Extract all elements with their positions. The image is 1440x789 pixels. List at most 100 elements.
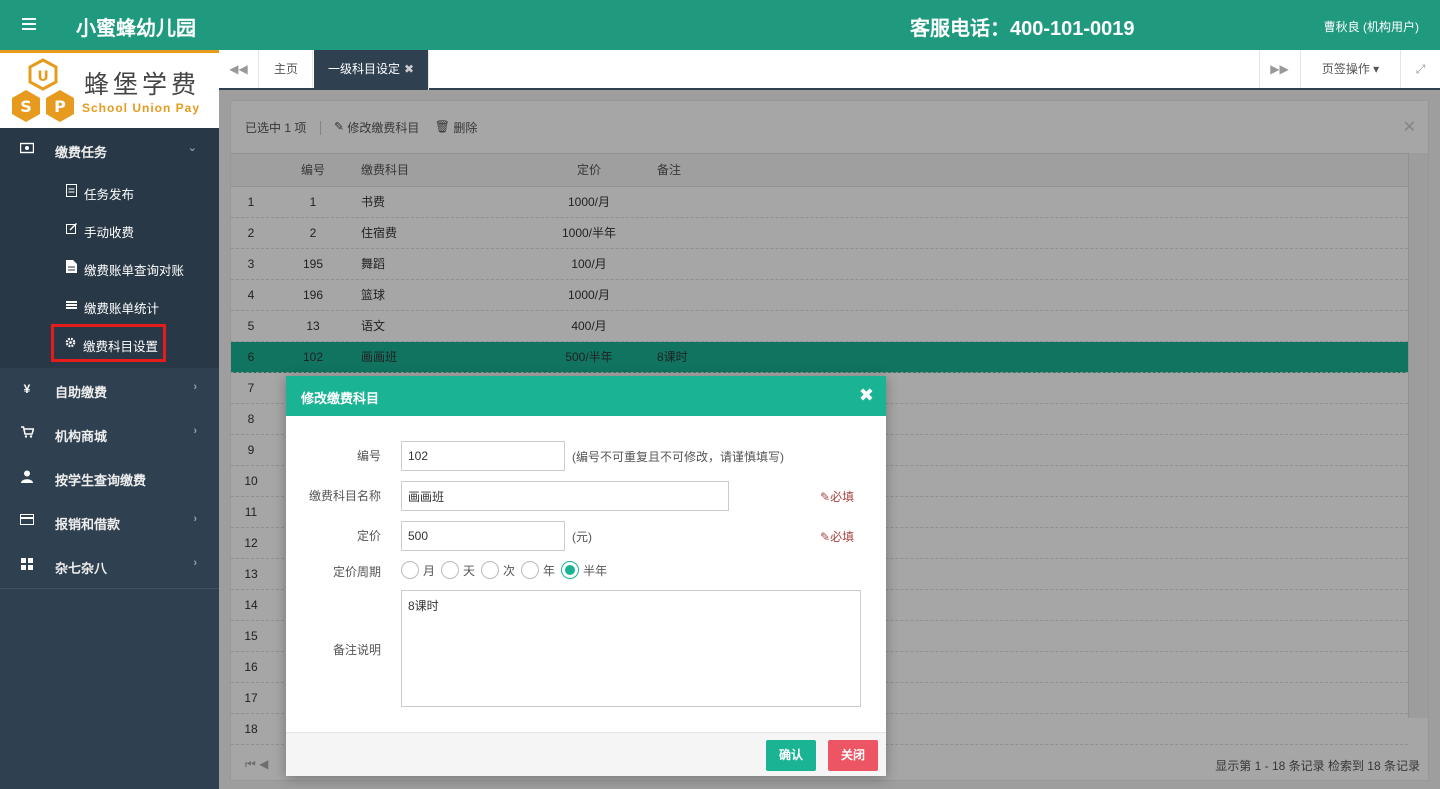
radio-label: 天 (463, 563, 476, 578)
price-field[interactable] (401, 521, 565, 551)
radio-circle (561, 561, 580, 579)
tab-scroll-right-icon[interactable]: ▶▶ (1259, 50, 1299, 88)
edit-subject-dialog: 修改缴费科目 ✖ 编号 (编号不可重复且不可修改，请谨慎填写) 缴费科目名称 ✎… (286, 376, 886, 776)
sidebar-item-bill-query[interactable]: 缴费账单查询对账 (0, 248, 219, 286)
sidebar: U S P 蜂堡学费 School Union Pay 缴费任务 ⌄ 任务发布 … (0, 50, 219, 789)
tab-ops-dropdown[interactable]: 页签操作 ▾ (1300, 50, 1400, 88)
top-header: 小蜜蜂幼儿园 客服电话：400-101-0019 曹秋良 (机构用户) (0, 0, 1440, 50)
sidebar-item-label: 缴费账单查询对账 (84, 264, 185, 278)
dialog-footer: 确认 关闭 (286, 732, 886, 776)
sidebar-item-label: 任务发布 (84, 188, 135, 202)
service-hotline: 客服电话：400-101-0019 (910, 18, 1135, 40)
yen-icon: ¥ (23, 382, 31, 396)
svg-text:P: P (54, 97, 66, 116)
dialog-header: 修改缴费科目 ✖ (286, 376, 886, 416)
chevron-right-icon: › (193, 381, 197, 393)
required-text: 必填 (830, 490, 855, 504)
sidebar-item-subject-settings[interactable]: 缴费科目设置 (51, 324, 166, 362)
price-unit: (元) (572, 530, 592, 544)
sidebar-item-manual-charge[interactable]: 手动收费 (0, 210, 219, 248)
chevron-right-icon: › (193, 557, 197, 569)
name-field[interactable] (401, 481, 729, 511)
logo: U S P 蜂堡学费 School Union Pay (0, 50, 219, 128)
code-field[interactable] (401, 441, 565, 471)
price-label: 定价 (356, 529, 381, 543)
dialog-title: 修改缴费科目 (301, 391, 380, 406)
tab-bar: ◀◀ 主页 一级科目设定 ✖ ▶▶ 页签操作 ▾ ⤢ (219, 50, 1440, 90)
user-info[interactable]: 曹秋良 (机构用户) (1324, 18, 1419, 35)
nav-group-label: 按学生查询缴费 (55, 473, 147, 488)
cart-icon (20, 426, 35, 440)
chevron-right-icon: › (193, 425, 197, 437)
list-icon (66, 301, 77, 309)
nav-group-mall[interactable]: 机构商城 › (0, 412, 219, 456)
sub-menu-payment-tasks: 任务发布 手动收费 缴费账单查询对账 缴费账单统计 缴费科目设置 (0, 172, 219, 368)
radio-circle (521, 561, 540, 579)
tab-home[interactable]: 主页 (260, 50, 314, 88)
nav-group-label: 机构商城 (55, 429, 108, 444)
tab-subject-setting[interactable]: 一级科目设定 ✖ (314, 50, 430, 90)
money-icon (19, 142, 35, 156)
nav-group-label: 缴费任务 (55, 145, 108, 160)
note-label: 备注说明 (332, 643, 381, 657)
name-label: 缴费科目名称 (308, 489, 381, 503)
menu-toggle-icon[interactable] (22, 15, 42, 35)
chevron-down-icon: ⌄ (187, 142, 197, 154)
required-hint: ✎必填 (820, 530, 855, 544)
nav-group-payment-tasks[interactable]: 缴费任务 ⌄ (0, 128, 219, 172)
sidebar-item-task-publish[interactable]: 任务发布 (0, 172, 219, 210)
app-title: 小蜜蜂幼儿园 (76, 18, 196, 40)
nav-group-label: 报销和借款 (55, 517, 121, 532)
nav-group-label: 自助缴费 (55, 385, 108, 400)
radio-circle (441, 561, 460, 579)
radio-circle (401, 561, 419, 579)
code-label: 编号 (356, 449, 381, 463)
nav-group-self-pay[interactable]: ¥ 自助缴费 › (0, 368, 219, 412)
chevron-right-icon: › (193, 513, 197, 525)
radio-label: 月 (423, 563, 436, 578)
fullscreen-icon[interactable]: ⤢ (1400, 50, 1440, 88)
required-text: 必填 (830, 530, 855, 544)
edit-icon (66, 222, 77, 234)
sidebar-item-bill-stats[interactable]: 缴费账单统计 (0, 286, 219, 324)
radio-label: 半年 (583, 563, 608, 578)
radio-label: 次 (503, 563, 516, 578)
confirm-button[interactable]: 确认 (766, 740, 816, 771)
doc-icon (66, 260, 77, 273)
radio-label: 年 (543, 563, 556, 578)
sidebar-item-label: 手动收费 (84, 226, 135, 240)
logo-subtitle: School Union Pay (82, 101, 201, 115)
svg-text:U: U (37, 69, 48, 85)
logo-mark-icon: U S P (12, 58, 74, 122)
nav-group-misc[interactable]: 杂七杂八 › (0, 544, 219, 588)
file-icon (66, 184, 77, 197)
period-label: 定价周期 (332, 565, 381, 579)
sidebar-item-label: 缴费账单统计 (84, 302, 160, 316)
logo-text: 蜂堡学费 (84, 70, 201, 99)
gear-icon (65, 337, 76, 348)
grid-icon (20, 558, 34, 572)
close-icon[interactable]: ✖ (404, 62, 414, 76)
svg-text:S: S (20, 97, 32, 116)
radio-circle (481, 561, 500, 579)
tab-label: 一级科目设定 (328, 62, 401, 76)
close-button[interactable]: 关闭 (828, 740, 878, 771)
period-radio[interactable]: 次 (481, 561, 515, 579)
nav-group-reimburse[interactable]: 报销和借款 › (0, 500, 219, 544)
required-hint: ✎必填 (820, 490, 855, 504)
note-field[interactable]: 8课时 (401, 590, 861, 707)
period-radio[interactable]: 天 (441, 561, 475, 579)
nav-group-student-query[interactable]: 按学生查询缴费 (0, 456, 219, 500)
period-radio-group: 月 天 次 年 半年 (401, 561, 613, 583)
divider (0, 588, 219, 589)
sidebar-item-label: 缴费科目设置 (83, 340, 159, 354)
period-radio[interactable]: 月 (401, 561, 435, 579)
tab-ops-label: 页签操作 (1321, 62, 1370, 76)
period-radio[interactable]: 半年 (561, 561, 607, 579)
card-icon (20, 514, 34, 528)
close-icon[interactable]: ✖ (859, 385, 874, 406)
tab-scroll-left-icon[interactable]: ◀◀ (219, 50, 259, 88)
period-radio[interactable]: 年 (521, 561, 555, 579)
user-icon (20, 470, 34, 484)
code-hint: (编号不可重复且不可修改，请谨慎填写) (572, 450, 784, 464)
